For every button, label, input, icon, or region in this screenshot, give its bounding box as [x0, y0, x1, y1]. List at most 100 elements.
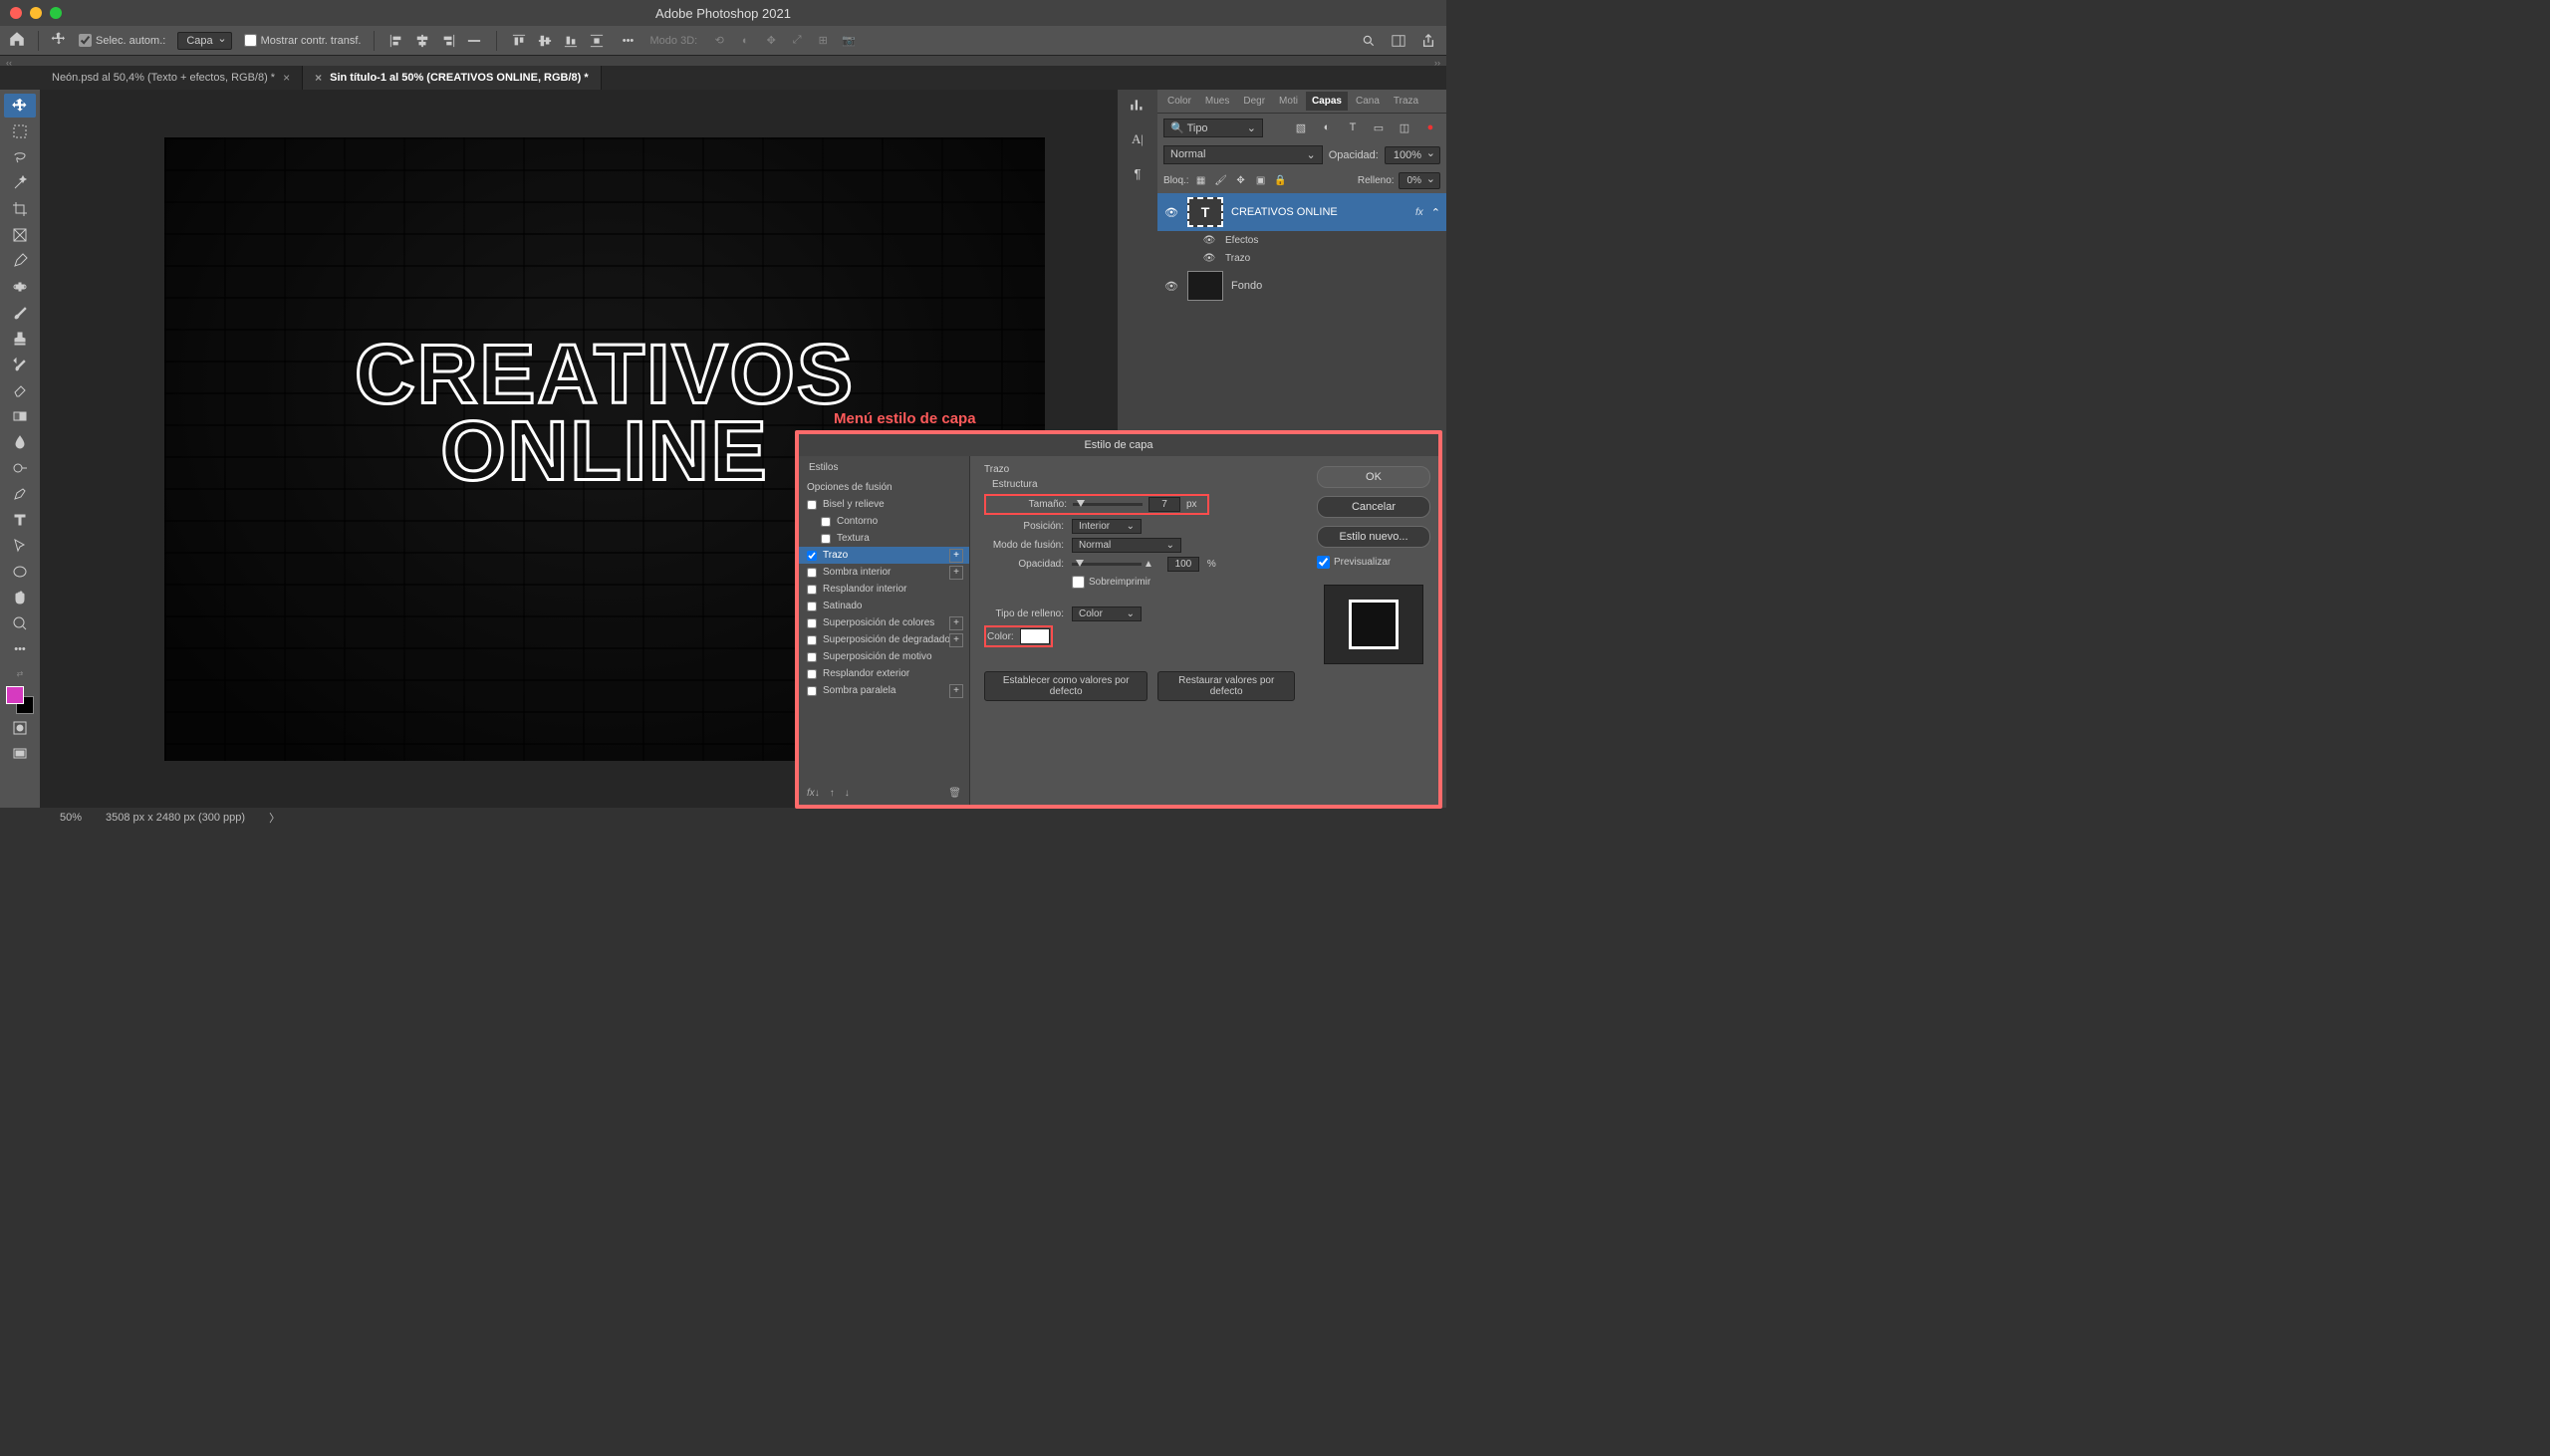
- zoom-tool[interactable]: [4, 611, 36, 635]
- move-up-icon[interactable]: ↑: [830, 788, 835, 799]
- panel-tab-layers[interactable]: Capas: [1306, 92, 1348, 111]
- style-inner-shadow-row[interactable]: Sombra interior+: [799, 564, 969, 581]
- close-window[interactable]: [10, 7, 22, 19]
- new-style-button[interactable]: Estilo nuevo...: [1317, 526, 1430, 548]
- lasso-tool[interactable]: [4, 145, 36, 169]
- style-texture-row[interactable]: Textura: [799, 530, 969, 547]
- visibility-icon[interactable]: 👁: [1163, 206, 1179, 219]
- swap-colors-icon[interactable]: ⇄: [17, 669, 24, 678]
- fx-badge[interactable]: fx: [1415, 207, 1423, 218]
- lock-transparent-icon[interactable]: ▦: [1193, 173, 1209, 189]
- filter-adjust-icon[interactable]: ◐: [1317, 118, 1337, 137]
- edit-toolbar[interactable]: •••: [4, 637, 36, 661]
- style-inner-glow-row[interactable]: Resplandor interior: [799, 581, 969, 598]
- align-bottom-icon[interactable]: [561, 31, 581, 51]
- heal-tool[interactable]: [4, 275, 36, 299]
- visibility-icon[interactable]: 👁: [1163, 280, 1179, 293]
- pen-tool[interactable]: [4, 482, 36, 506]
- move-tool[interactable]: [4, 94, 36, 118]
- frame-tool[interactable]: [4, 223, 36, 247]
- shape-tool[interactable]: [4, 560, 36, 584]
- style-satin-row[interactable]: Satinado: [799, 598, 969, 614]
- overprint-checkbox[interactable]: Sobreimprimir: [1072, 576, 1150, 589]
- stroke-opacity-slider[interactable]: [1072, 563, 1142, 566]
- add-effect-icon[interactable]: +: [949, 633, 963, 647]
- quick-mask-icon[interactable]: [4, 716, 36, 740]
- style-contour-row[interactable]: Contorno: [799, 513, 969, 530]
- stroke-opacity-input[interactable]: 100: [1167, 557, 1199, 572]
- eyedropper-tool[interactable]: [4, 249, 36, 273]
- layer-effects-row[interactable]: 👁Efectos: [1157, 231, 1446, 249]
- stamp-tool[interactable]: [4, 327, 36, 351]
- lock-artboard-icon[interactable]: ▣: [1253, 173, 1269, 189]
- visibility-icon[interactable]: 👁: [1201, 235, 1217, 246]
- gradient-tool[interactable]: [4, 404, 36, 428]
- stroke-size-input[interactable]: 7: [1148, 497, 1180, 512]
- histogram-panel-icon[interactable]: [1126, 94, 1149, 118]
- zoom-window[interactable]: [50, 7, 62, 19]
- filter-shape-icon[interactable]: ▭: [1369, 118, 1389, 137]
- panel-tab-paths[interactable]: Traza: [1388, 92, 1424, 111]
- layer-row[interactable]: 👁 Fondo: [1157, 267, 1446, 305]
- lock-all-icon[interactable]: 🔒: [1273, 173, 1289, 189]
- panel-tab-color[interactable]: Color: [1161, 92, 1197, 111]
- panel-tab-gradients[interactable]: Degr: [1237, 92, 1271, 111]
- style-stroke-row[interactable]: Trazo+: [799, 547, 969, 564]
- fill-type-dropdown[interactable]: Color⌄: [1072, 607, 1142, 621]
- layer-fill-input[interactable]: 0%: [1399, 172, 1440, 189]
- eraser-tool[interactable]: [4, 378, 36, 402]
- workspace-icon[interactable]: [1389, 31, 1408, 51]
- move-down-icon[interactable]: ↓: [845, 788, 850, 799]
- character-panel-icon[interactable]: A|: [1126, 127, 1149, 151]
- stroke-position-dropdown[interactable]: Interior⌄: [1072, 519, 1142, 534]
- trash-icon[interactable]: 🗑: [948, 788, 961, 799]
- marquee-tool[interactable]: [4, 120, 36, 143]
- layer-thumbnail[interactable]: [1187, 271, 1223, 301]
- show-transform-controls-checkbox[interactable]: Mostrar contr. transf.: [244, 34, 362, 47]
- text-tool[interactable]: [4, 508, 36, 532]
- layer-thumbnail[interactable]: T: [1187, 197, 1223, 227]
- more-align-icon[interactable]: [464, 31, 484, 51]
- screen-mode-icon[interactable]: [4, 742, 36, 766]
- filter-text-icon[interactable]: T: [1343, 118, 1363, 137]
- style-drop-shadow-row[interactable]: Sombra paralela+: [799, 682, 969, 699]
- fx-menu-icon[interactable]: fx↓: [807, 788, 820, 799]
- blur-tool[interactable]: [4, 430, 36, 454]
- add-effect-icon[interactable]: +: [949, 566, 963, 580]
- layer-opacity-input[interactable]: 100%: [1385, 146, 1440, 164]
- reset-default-button[interactable]: Restaurar valores por defecto: [1157, 671, 1295, 701]
- crop-tool[interactable]: [4, 197, 36, 221]
- paragraph-panel-icon[interactable]: ¶: [1126, 161, 1149, 185]
- filter-smart-icon[interactable]: ◫: [1395, 118, 1414, 137]
- align-right-icon[interactable]: [438, 31, 458, 51]
- style-gradient-overlay-row[interactable]: Superposición de degradado+: [799, 631, 969, 648]
- filter-pixel-icon[interactable]: ▧: [1291, 118, 1311, 137]
- add-effect-icon[interactable]: +: [949, 616, 963, 630]
- make-default-button[interactable]: Establecer como valores por defecto: [984, 671, 1148, 701]
- align-top-icon[interactable]: [509, 31, 529, 51]
- share-icon[interactable]: [1418, 31, 1438, 51]
- stroke-color-swatch[interactable]: [1020, 628, 1050, 644]
- visibility-icon[interactable]: 👁: [1201, 253, 1217, 264]
- layer-row[interactable]: 👁 T CREATIVOS ONLINE fx ⌃: [1157, 193, 1446, 231]
- close-tab-icon[interactable]: ×: [315, 71, 322, 85]
- minimize-window[interactable]: [30, 7, 42, 19]
- home-icon[interactable]: [8, 30, 26, 51]
- blending-options-row[interactable]: Opciones de fusión: [799, 479, 969, 496]
- panel-tab-patterns[interactable]: Moti: [1273, 92, 1304, 111]
- style-pattern-overlay-row[interactable]: Superposición de motivo: [799, 648, 969, 665]
- layer-effect-stroke[interactable]: 👁Trazo: [1157, 249, 1446, 267]
- style-outer-glow-row[interactable]: Resplandor exterior: [799, 665, 969, 682]
- filter-toggle-icon[interactable]: ●: [1420, 118, 1440, 137]
- auto-select-checkbox[interactable]: Selec. autom.:: [79, 34, 165, 47]
- layer-filter-dropdown[interactable]: 🔍 Tipo⌄: [1163, 119, 1263, 137]
- align-left-icon[interactable]: [386, 31, 406, 51]
- search-icon[interactable]: [1359, 31, 1379, 51]
- lock-position-icon[interactable]: ✥: [1233, 173, 1249, 189]
- panel-tab-channels[interactable]: Cana: [1350, 92, 1386, 111]
- stroke-size-slider[interactable]: [1073, 503, 1143, 506]
- dodge-tool[interactable]: [4, 456, 36, 480]
- path-select-tool[interactable]: [4, 534, 36, 558]
- more-options-icon[interactable]: •••: [619, 31, 638, 51]
- preview-checkbox[interactable]: Previsualizar: [1317, 556, 1430, 569]
